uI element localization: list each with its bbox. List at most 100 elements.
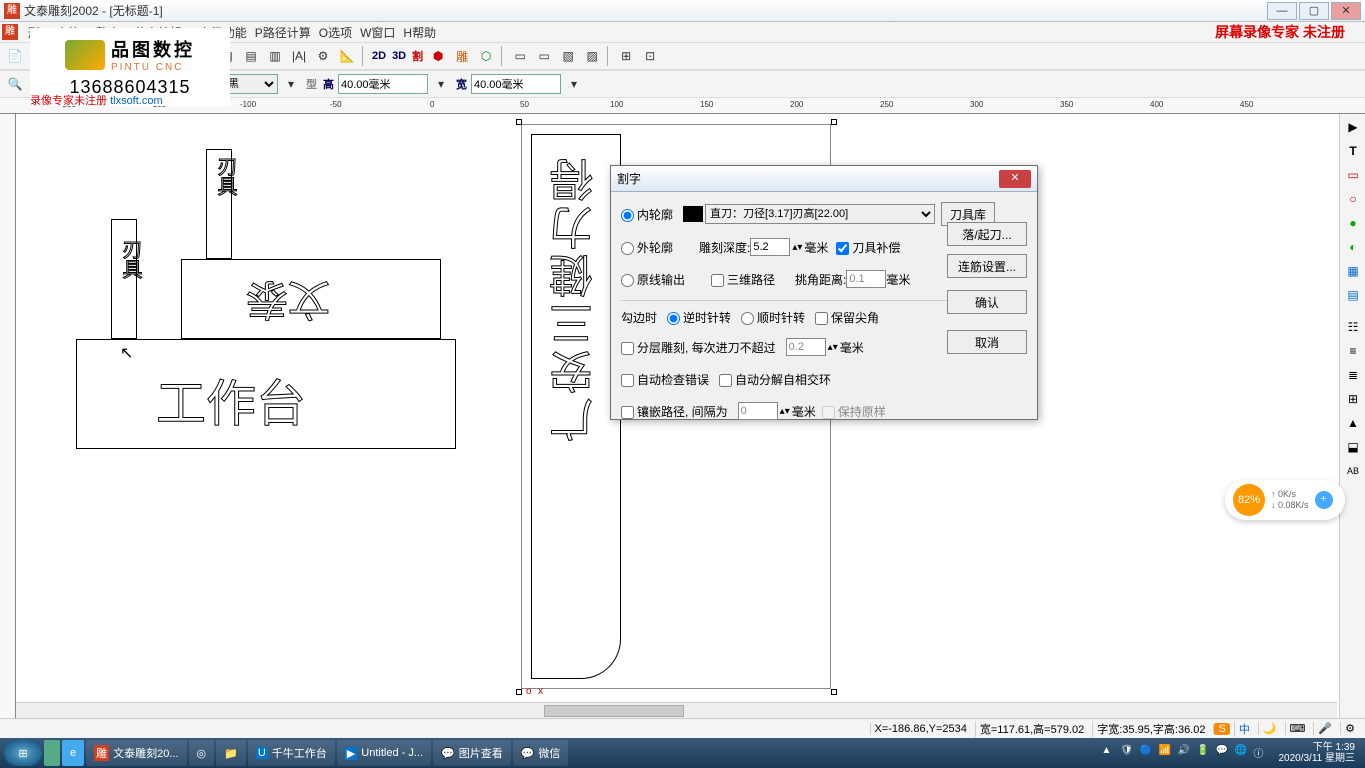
minimize-button[interactable]: — [1267,2,1297,20]
radio-outer-contour[interactable]: 外轮廓 [621,239,673,256]
inlay-input[interactable] [738,402,778,420]
tray-g[interactable]: ⓘ [1253,745,1269,761]
corner-input[interactable] [846,270,886,288]
maximize-button[interactable]: ▢ [1299,2,1329,20]
taskbar-qianniu[interactable]: U千牛工作台 [248,740,335,766]
tray-f[interactable]: 🌐 [1234,745,1250,761]
check-inlay[interactable]: 镶嵌路径, 间隔为 [621,403,728,420]
taskbar-app-1[interactable] [44,740,60,766]
taskbar-untitled[interactable]: ▶Untitled - J... [337,740,431,766]
rtool-g[interactable]: ≣ [1342,364,1364,386]
tray-c[interactable]: 🔊 [1177,745,1193,761]
handle-tr[interactable] [831,119,837,125]
rtool-d[interactable]: ▤ [1342,284,1364,306]
check-keep-sharp[interactable]: 保留尖角 [815,309,879,326]
ime-gear-icon[interactable]: ⚙ [1340,722,1359,735]
btn-cut[interactable]: 割 [410,48,425,64]
layer-input[interactable] [786,338,826,356]
btn-2d[interactable]: 2D [370,50,388,62]
drop-lift-button[interactable]: 落/起刀... [947,222,1027,246]
rtool-select[interactable]: ▶ [1342,116,1364,138]
radio-cw[interactable]: 顺时针转 [741,309,805,326]
tb-carve-icon[interactable]: 雕 [451,45,473,67]
check-auto-check[interactable]: 自动检查错误 [621,371,709,388]
btn-3d[interactable]: 3D [390,50,408,62]
zoom-button[interactable]: 🔍 [4,73,26,95]
tray-a[interactable]: 🔵 [1139,745,1155,761]
rtool-f[interactable]: ≡ [1342,340,1364,362]
tb-misc4[interactable]: ▨ [581,45,603,67]
tb-btn-c[interactable]: ▥ [264,45,286,67]
width-input[interactable] [471,74,561,94]
menu-help[interactable]: H帮助 [399,22,440,43]
ime-s-icon[interactable]: S [1213,723,1229,735]
tb-misc3[interactable]: ▧ [557,45,579,67]
tb-btn-f[interactable]: 📐 [336,45,358,67]
layer-spinner[interactable]: ▴▾ [828,342,838,353]
radio-raw-output[interactable]: 原线输出 [621,271,685,288]
ok-button[interactable]: 确认 [947,290,1027,314]
close-button[interactable]: ✕ [1331,2,1361,20]
handle-bl[interactable] [516,689,522,695]
rtool-k[interactable]: AB [1342,460,1364,482]
ime-keyboard-icon[interactable]: ⌨ [1285,722,1310,735]
taskbar-wechat[interactable]: 💬微信 [513,740,569,766]
menu-window[interactable]: W窗口 [356,22,399,43]
rtool-text[interactable]: T [1342,140,1364,162]
taskbar-imageview[interactable]: 💬图片查看 [433,740,511,766]
tb-btn-e[interactable]: ⚙ [312,45,334,67]
taskbar-app-5[interactable]: 📁 [216,740,246,766]
depth-input[interactable] [750,238,790,256]
rtool-e[interactable]: ☷ [1342,316,1364,338]
ime-zhong[interactable]: 中 [1234,721,1254,737]
battery-plus-icon[interactable]: + [1315,491,1333,509]
radio-ccw[interactable]: 逆时针转 [667,309,731,326]
ime-moon-icon[interactable]: 🌙 [1258,722,1281,735]
chain-settings-button[interactable]: 连筋设置... [947,254,1027,278]
handle-tl[interactable] [516,119,522,125]
ime-mic-icon[interactable]: 🎤 [1313,722,1336,735]
scroll-thumb[interactable] [544,705,684,717]
taskbar-app-4[interactable]: ◎ [189,740,215,766]
tb-misc2[interactable]: ▭ [533,45,555,67]
dialog-title-bar[interactable]: 割字 ✕ [611,166,1037,192]
rtool-rect[interactable]: ▭ [1342,164,1364,186]
tb-btn-d[interactable]: |A| [288,45,310,67]
tray-clock[interactable]: 下午 1:39 2020/3/11 星期三 [1272,742,1361,764]
cancel-button[interactable]: 取消 [947,330,1027,354]
tb-misc5[interactable]: ⊞ [615,45,637,67]
tray-shield-icon[interactable]: 🛡 [1120,745,1136,761]
dialog-close-button[interactable]: ✕ [999,170,1031,188]
rtool-i[interactable]: ▲ [1342,412,1364,434]
menu-options[interactable]: O选项 [315,22,356,43]
rtool-b[interactable]: ◐ [1342,236,1364,258]
inlay-spinner[interactable]: ▴▾ [780,406,790,417]
tray-e[interactable]: 💬 [1215,745,1231,761]
taskbar-wentai[interactable]: 雕文泰雕刻20... [86,740,186,766]
tray-icon[interactable]: ▲ [1101,745,1117,761]
taskbar-app-2[interactable]: e [62,740,84,766]
rtool-a[interactable]: ● [1342,212,1364,234]
handle-br[interactable] [831,689,837,695]
weight-dd[interactable]: ▾ [280,73,302,95]
tb-btn-b[interactable]: ▤ [240,45,262,67]
check-layer[interactable]: 分层雕刻, 每次进刀不超过 [621,339,776,356]
tray-d[interactable]: 🔋 [1196,745,1212,761]
h-dd[interactable]: ▾ [430,73,452,95]
check-auto-split[interactable]: 自动分解自相交环 [719,371,831,388]
check-tool-comp[interactable]: 刀具补偿 [836,239,900,256]
menu-path[interactable]: P路径计算 [251,22,315,43]
tb-red1[interactable]: ⬢ [427,45,449,67]
w-dd[interactable]: ▾ [563,73,585,95]
rtool-c[interactable]: ▦ [1342,260,1364,282]
height-input[interactable] [338,74,428,94]
new-button[interactable]: 📄 [4,45,26,67]
battery-widget[interactable]: 82% ↑ 0K/s ↓ 0.08K/s + [1225,480,1345,520]
tool-select[interactable]: 直刀：刀径[3.17]刃高[22.00] [705,204,935,224]
tb-misc1[interactable]: ▭ [509,45,531,67]
tray-b[interactable]: 📶 [1158,745,1174,761]
check-3d-path[interactable]: 三维路径 [711,271,775,288]
scrollbar-horizontal[interactable] [16,702,1337,718]
radio-inner-contour[interactable]: 内轮廓 [621,206,673,223]
start-button[interactable]: ⊞ [4,740,42,766]
